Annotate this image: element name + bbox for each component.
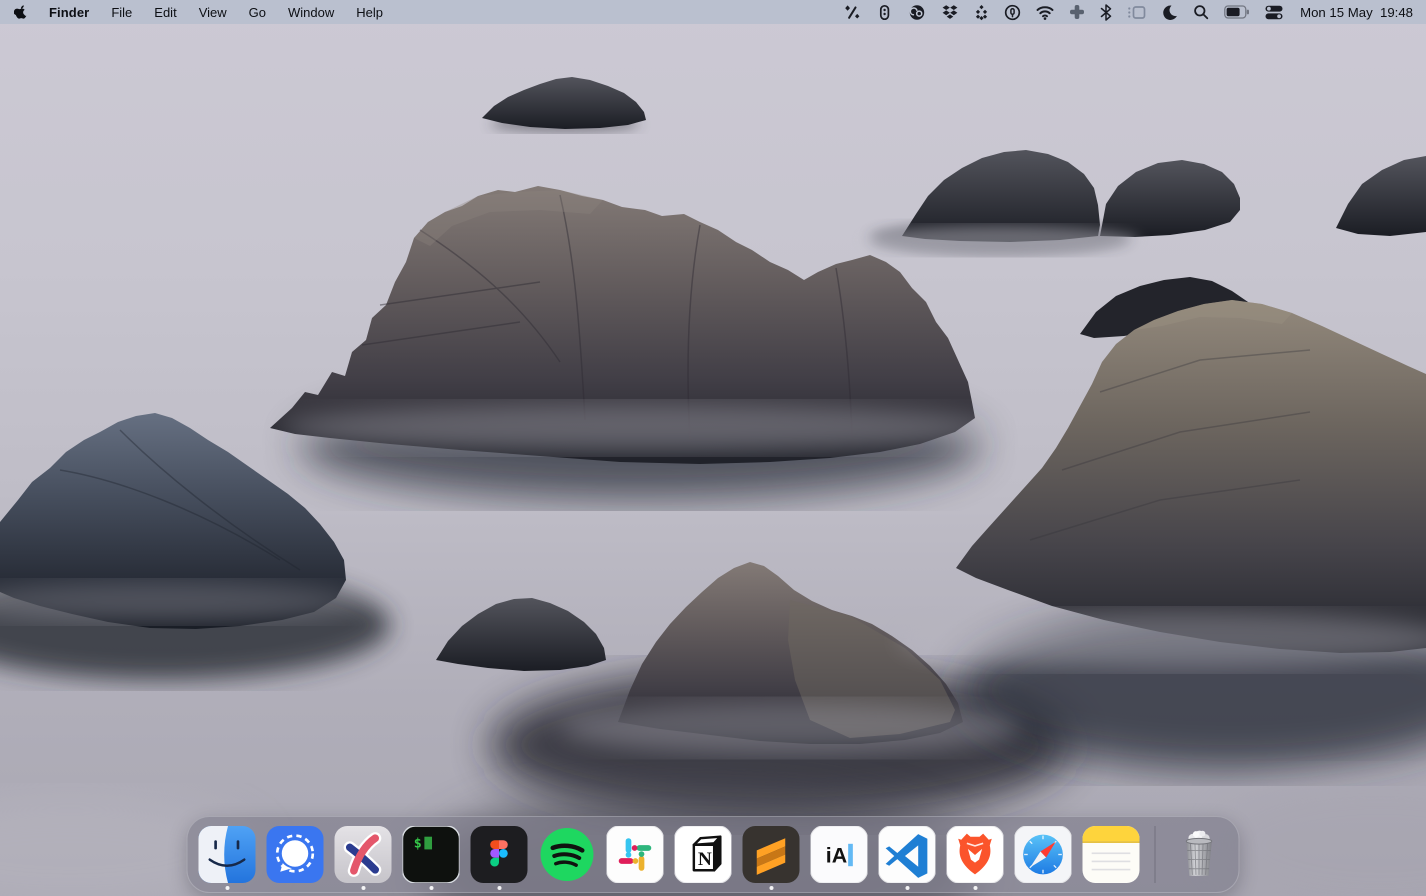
running-indicator xyxy=(973,886,977,890)
running-indicator xyxy=(225,886,229,890)
menu-file[interactable]: File xyxy=(100,0,143,24)
dock: $ xyxy=(187,816,1240,893)
ia-writer-letters: iA xyxy=(826,844,847,868)
bluetooth-icon[interactable] xyxy=(1100,0,1112,24)
dock-item-trash[interactable] xyxy=(1171,826,1228,883)
spotlight-search-icon[interactable] xyxy=(1193,0,1209,24)
stage-manager-icon[interactable] xyxy=(1127,0,1146,24)
creative-cloud-icon[interactable] xyxy=(908,0,926,24)
running-indicator xyxy=(769,886,773,890)
control-center-icon[interactable] xyxy=(1265,0,1283,24)
wand-sparkles-icon[interactable] xyxy=(844,0,861,24)
dock-item-figma[interactable] xyxy=(471,826,528,883)
dock-item-terminal[interactable]: $ xyxy=(403,826,460,883)
dropbox-icon[interactable] xyxy=(941,0,959,24)
menu-help[interactable]: Help xyxy=(345,0,394,24)
apple-menu[interactable] xyxy=(0,0,38,24)
running-indicator xyxy=(905,886,909,890)
terminal-prompt-text: $ xyxy=(414,836,422,851)
dock-item-signal[interactable] xyxy=(267,826,324,883)
menu-bar: Finder File Edit View Go Window Help xyxy=(0,0,1426,24)
pill-keyboard-icon[interactable] xyxy=(876,0,893,24)
dock-item-notes[interactable] xyxy=(1083,826,1140,883)
notion-letter: N xyxy=(698,849,712,870)
menubar-clock[interactable]: Mon 15 May 19:48 xyxy=(1298,5,1413,20)
menu-window[interactable]: Window xyxy=(277,0,345,24)
dock-item-ia-writer[interactable]: iA xyxy=(811,826,868,883)
focus-moon-icon[interactable] xyxy=(1161,0,1178,24)
dock-item-finder[interactable] xyxy=(199,826,256,883)
diamond-cluster-icon[interactable] xyxy=(974,0,989,24)
dock-separator xyxy=(1155,826,1156,883)
desktop-wallpaper xyxy=(0,0,1426,896)
dock-container: $ xyxy=(187,816,1240,893)
1password-icon[interactable] xyxy=(1004,0,1021,24)
battery-icon[interactable] xyxy=(1224,0,1250,24)
running-indicator xyxy=(429,886,433,890)
menu-view[interactable]: View xyxy=(188,0,238,24)
menu-bar-status-area: Mon 15 May 19:48 xyxy=(844,0,1426,24)
dock-item-slack[interactable] xyxy=(607,826,664,883)
active-app-menu[interactable]: Finder xyxy=(38,5,100,20)
menu-bar-left: Finder File Edit View Go Window Help xyxy=(0,0,394,24)
dock-item-spotify[interactable] xyxy=(539,826,596,883)
dock-item-sublime-text[interactable] xyxy=(743,826,800,883)
menu-go[interactable]: Go xyxy=(238,0,277,24)
dock-item-notion[interactable]: N xyxy=(675,826,732,883)
wifi-icon[interactable] xyxy=(1036,0,1054,24)
dock-item-brave[interactable] xyxy=(947,826,1004,883)
plus-utility-icon[interactable] xyxy=(1069,0,1085,24)
dock-item-craft[interactable] xyxy=(335,826,392,883)
dock-item-safari[interactable] xyxy=(1015,826,1072,883)
running-indicator xyxy=(497,886,501,890)
running-indicator xyxy=(361,886,365,890)
dock-item-vscode[interactable] xyxy=(879,826,936,883)
menu-edit[interactable]: Edit xyxy=(143,0,187,24)
apple-icon xyxy=(14,3,28,22)
